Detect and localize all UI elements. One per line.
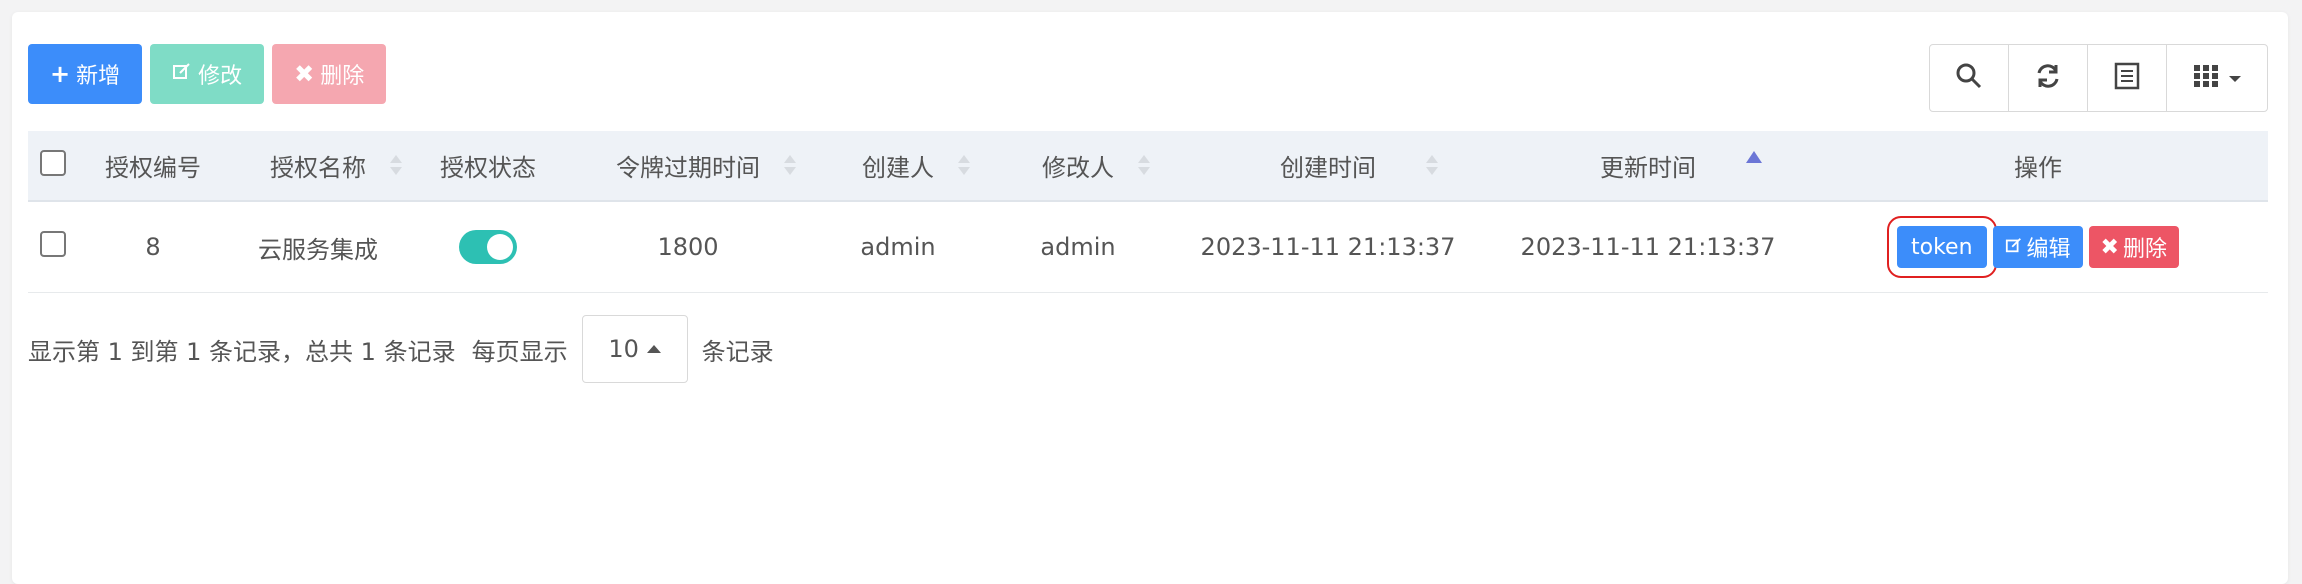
col-header-actions: 操作 (1808, 131, 2268, 202)
content-panel: + 新增 修改 ✖ 删除 授权编号 授权名称 授权状态 令牌过期时间 创建人 修… (12, 12, 2288, 584)
add-button-label: 新增 (76, 64, 121, 89)
per-page-prefix: 每页显示 (471, 337, 568, 366)
col-header-creator[interactable]: 创建人 (808, 131, 988, 202)
caret-up-icon (646, 345, 661, 353)
col-header-created-at-label: 创建时间 (1280, 154, 1376, 182)
cell-creator: admin (808, 201, 988, 293)
pagination-summary: 显示第 1 到第 1 条记录，总共 1 条记录 (28, 337, 456, 366)
col-header-updated-at-label: 更新时间 (1600, 154, 1696, 182)
list-icon (2114, 62, 2140, 94)
toggle-view-button[interactable] (2088, 45, 2167, 111)
col-header-creator-label: 创建人 (862, 154, 934, 182)
select-all-checkbox[interactable] (40, 149, 66, 176)
page-size-select[interactable]: 10 (581, 315, 688, 383)
sort-icon (784, 155, 796, 179)
select-all-cell (28, 131, 78, 202)
col-header-id[interactable]: 授权编号 (78, 131, 228, 202)
edit-icon (172, 61, 192, 87)
delete-button-label: 删除 (320, 64, 365, 89)
col-header-status: 授权状态 (408, 131, 568, 202)
table-row: 8 云服务集成 1800 admin admin 2023-11-11 21:1… (28, 201, 2268, 293)
cell-name: 云服务集成 (228, 201, 408, 293)
pagination-bar: 显示第 1 到第 1 条记录，总共 1 条记录 每页显示 10 条记录 (28, 315, 774, 383)
search-icon (1955, 62, 1983, 94)
times-icon: ✖ (2100, 234, 2119, 260)
cell-status (408, 201, 568, 293)
table-header: 授权编号 授权名称 授权状态 令牌过期时间 创建人 修改人 创建时间 更新时间 … (28, 131, 2268, 202)
columns-button[interactable] (2167, 45, 2267, 111)
cell-id: 8 (78, 201, 228, 293)
times-icon: ✖ (294, 60, 315, 88)
row-edit-button[interactable]: 编辑 (1992, 226, 2083, 268)
cell-modifier: admin (988, 201, 1168, 293)
col-header-name-label: 授权名称 (270, 154, 366, 182)
cell-created-at: 2023-11-11 21:13:37 (1168, 201, 1488, 293)
chevron-down-icon (2228, 69, 2242, 88)
action-toolbar: + 新增 修改 ✖ 删除 (28, 44, 387, 104)
row-delete-button[interactable]: ✖ 删除 (2088, 226, 2179, 268)
add-button[interactable]: + 新增 (28, 44, 143, 104)
search-button[interactable] (1930, 45, 2009, 111)
cell-actions: token 编辑 ✖ 删除 (1808, 201, 2268, 293)
auth-table: 授权编号 授权名称 授权状态 令牌过期时间 创建人 修改人 创建时间 更新时间 … (28, 131, 2268, 293)
toggle-knob (487, 234, 513, 260)
row-edit-label: 编辑 (2026, 237, 2071, 262)
per-page-suffix: 条记录 (701, 337, 774, 366)
refresh-button[interactable] (2009, 45, 2088, 111)
sort-icon (390, 155, 402, 179)
col-header-modifier[interactable]: 修改人 (988, 131, 1168, 202)
sort-asc-icon (1746, 151, 1762, 163)
edit-icon (2005, 235, 2023, 260)
col-header-name[interactable]: 授权名称 (228, 131, 408, 202)
row-checkbox[interactable] (40, 231, 66, 257)
cell-expiry: 1800 (568, 201, 808, 293)
page-size-value: 10 (608, 335, 639, 363)
delete-button[interactable]: ✖ 删除 (272, 44, 387, 104)
col-header-expiry[interactable]: 令牌过期时间 (568, 131, 808, 202)
edit-button[interactable]: 修改 (150, 44, 265, 104)
table-tools (1929, 44, 2268, 112)
cell-updated-at: 2023-11-11 21:13:37 (1488, 201, 1808, 293)
plus-icon: + (50, 60, 71, 88)
col-header-expiry-label: 令牌过期时间 (616, 154, 760, 182)
status-toggle[interactable] (459, 230, 517, 264)
col-header-modifier-label: 修改人 (1042, 154, 1114, 182)
sort-icon (1426, 155, 1438, 179)
col-header-created-at[interactable]: 创建时间 (1168, 131, 1488, 202)
row-select-cell (28, 201, 78, 293)
row-delete-label: 删除 (2122, 237, 2167, 262)
grid-icon (2192, 62, 2220, 94)
edit-button-label: 修改 (198, 64, 243, 89)
sort-icon (1138, 155, 1150, 179)
sort-icon (958, 155, 970, 179)
token-button[interactable]: token (1887, 216, 1997, 278)
col-header-updated-at[interactable]: 更新时间 (1488, 131, 1808, 202)
refresh-icon (2034, 62, 2062, 94)
